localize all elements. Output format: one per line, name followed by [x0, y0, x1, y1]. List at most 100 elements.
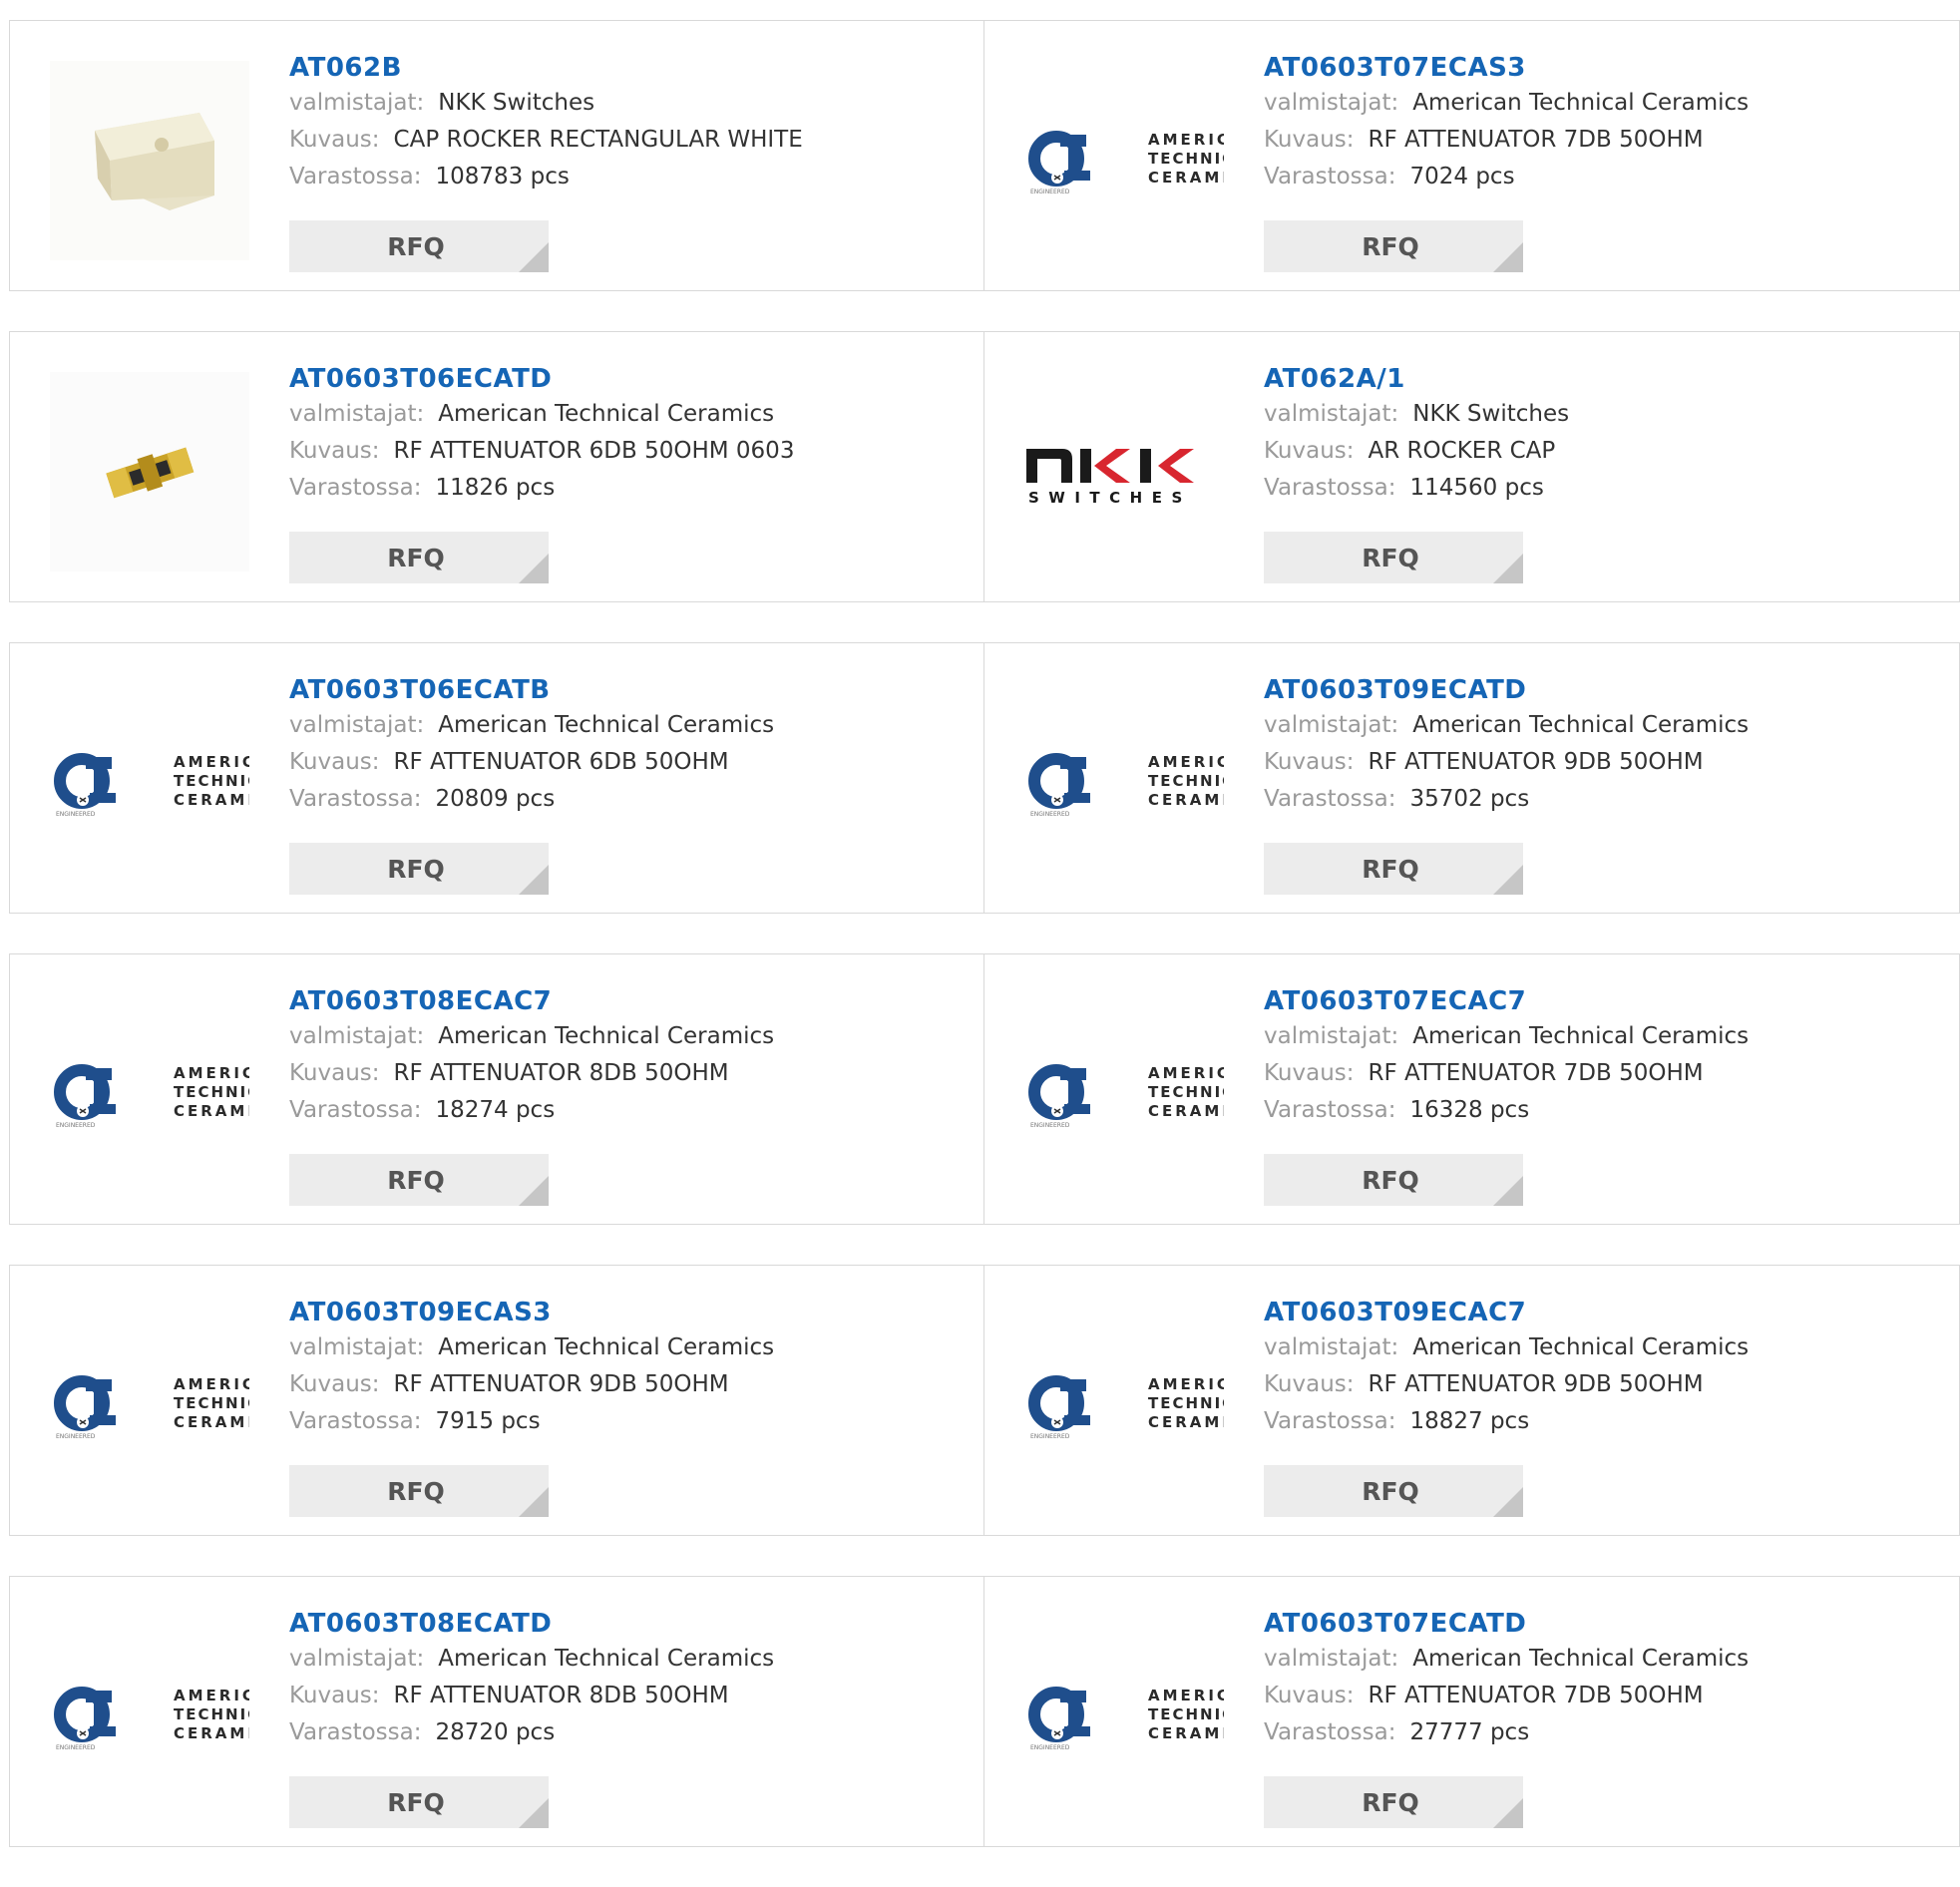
manufacturer-label: valmistajat:: [1264, 90, 1399, 116]
product-image[interactable]: ENGINEERED AMERICAN TECHNICAL CERAMICS: [1024, 61, 1224, 260]
description-label: Kuvaus:: [1264, 127, 1355, 153]
svg-text:ENGINEERED: ENGINEERED: [1030, 1122, 1070, 1129]
product-image[interactable]: ENGINEERED AMERICAN TECHNICAL CERAMICS: [50, 1617, 249, 1816]
part-number-link[interactable]: AT062A/1: [1264, 362, 1939, 396]
product-image[interactable]: ENGINEERED AMERICAN TECHNICAL CERAMICS: [1024, 994, 1224, 1194]
product-image[interactable]: ENGINEERED AMERICAN TECHNICAL CERAMICS: [1024, 1617, 1224, 1816]
corner-triangle-icon: [1493, 1487, 1523, 1517]
stock-line: Varastossa: 108783 pcs: [289, 159, 964, 195]
atc-logo-line3: CERAMICS: [1148, 1413, 1224, 1431]
part-number-link[interactable]: AT0603T07ECAC7: [1264, 984, 1939, 1018]
manufacturer-value: American Technical Ceramics: [438, 1023, 775, 1049]
manufacturer-value: American Technical Ceramics: [438, 1334, 775, 1360]
stock-line: Varastossa: 35702 pcs: [1264, 781, 1939, 818]
rfq-button[interactable]: RFQ: [289, 1154, 549, 1206]
rfq-button-label: RFQ: [387, 1476, 445, 1506]
description-line: Kuvaus: RF ATTENUATOR 9DB 50OHM: [1264, 744, 1939, 781]
product-image[interactable]: SWITCHES: [1024, 372, 1224, 571]
product-card: ENGINEERED AMERICAN TECHNICAL CERAMICS A…: [9, 953, 984, 1225]
atc-logo-line2: TECHNICAL: [174, 772, 249, 790]
manufacturer-value: American Technical Ceramics: [1412, 712, 1750, 738]
rfq-button[interactable]: RFQ: [289, 843, 549, 895]
svg-text:ENGINEERED: ENGINEERED: [1030, 811, 1070, 818]
stock-label: Varastossa:: [1264, 1097, 1396, 1123]
rfq-button-label: RFQ: [1362, 1787, 1419, 1817]
manufacturer-label: valmistajat:: [289, 712, 425, 738]
product-image[interactable]: ENGINEERED AMERICAN TECHNICAL CERAMICS: [50, 683, 249, 883]
atc-logo-line1: AMERICAN: [1148, 1687, 1224, 1704]
stock-line: Varastossa: 28720 pcs: [289, 1714, 964, 1751]
manufacturer-value: American Technical Ceramics: [1412, 1646, 1750, 1672]
corner-triangle-icon: [519, 1487, 549, 1517]
product-info: AT0603T09ECAS3 valmistajat: American Tech…: [289, 1296, 964, 1440]
stock-label: Varastossa:: [1264, 475, 1396, 501]
stock-label: Varastossa:: [289, 1719, 422, 1745]
stock-value: 108783 pcs: [435, 164, 570, 189]
manufacturer-label: valmistajat:: [1264, 1646, 1399, 1672]
product-image[interactable]: ENGINEERED AMERICAN TECHNICAL CERAMICS: [1024, 1306, 1224, 1505]
part-number-link[interactable]: AT0603T09ECAS3: [289, 1296, 964, 1329]
part-number-link[interactable]: AT0603T07ECAS3: [1264, 51, 1939, 85]
rfq-button-label: RFQ: [387, 1165, 445, 1195]
stock-label: Varastossa:: [289, 1097, 422, 1123]
rfq-button-label: RFQ: [1362, 1476, 1419, 1506]
corner-triangle-icon: [519, 554, 549, 583]
stock-line: Varastossa: 7024 pcs: [1264, 159, 1939, 195]
nkk-logo-graphic: SWITCHES: [1026, 449, 1194, 507]
rfq-button[interactable]: RFQ: [289, 1465, 549, 1517]
stock-value: 35702 pcs: [1409, 786, 1530, 812]
part-number-link[interactable]: AT062B: [289, 51, 964, 85]
manufacturer-line: valmistajat: American Technical Ceramics: [289, 1018, 964, 1055]
rfq-button[interactable]: RFQ: [1264, 1154, 1523, 1206]
svg-text:ENGINEERED: ENGINEERED: [1030, 1744, 1070, 1751]
product-card: ENGINEERED AMERICAN TECHNICAL CERAMICS A…: [984, 642, 1960, 914]
part-number-link[interactable]: AT0603T08ECAC7: [289, 984, 964, 1018]
part-number-link[interactable]: AT0603T08ECATD: [289, 1607, 964, 1641]
rfq-button[interactable]: RFQ: [1264, 1465, 1523, 1517]
rfq-button[interactable]: RFQ: [1264, 532, 1523, 583]
part-number-link[interactable]: AT0603T09ECAC7: [1264, 1296, 1939, 1329]
corner-triangle-icon: [1493, 242, 1523, 272]
manufacturer-value: American Technical Ceramics: [438, 401, 775, 427]
product-card: AT0603T06ECATD valmistajat: American Tech…: [9, 331, 984, 602]
manufacturer-value: NKK Switches: [438, 90, 595, 116]
product-image[interactable]: [50, 61, 249, 260]
product-info: AT0603T07ECAC7 valmistajat: American Tech…: [1264, 984, 1939, 1129]
product-image[interactable]: ENGINEERED AMERICAN TECHNICAL CERAMICS: [50, 994, 249, 1194]
manufacturer-value: NKK Switches: [1412, 401, 1570, 427]
atc-logo-line3: CERAMICS: [1148, 1724, 1224, 1742]
description-value: RF ATTENUATOR 6DB 50OHM: [393, 749, 729, 775]
rfq-button[interactable]: RFQ: [1264, 220, 1523, 272]
svg-text:ENGINEERED: ENGINEERED: [1030, 189, 1070, 195]
atc-logo-line2: TECHNICAL: [174, 1083, 249, 1101]
part-number-link[interactable]: AT0603T06ECATB: [289, 673, 964, 707]
part-number-link[interactable]: AT0603T06ECATD: [289, 362, 964, 396]
rfq-button[interactable]: RFQ: [1264, 1776, 1523, 1828]
description-label: Kuvaus:: [289, 1371, 380, 1397]
atc-logo-line1: AMERICAN: [174, 1375, 249, 1393]
product-image[interactable]: [50, 372, 249, 571]
stock-label: Varastossa:: [289, 1408, 422, 1434]
product-image[interactable]: ENGINEERED AMERICAN TECHNICAL CERAMICS: [1024, 683, 1224, 883]
product-card: ENGINEERED AMERICAN TECHNICAL CERAMICS A…: [9, 1265, 984, 1536]
atc-logo-graphic: ENGINEERED AMERICAN TECHNICAL CERAMICS: [54, 1064, 249, 1129]
rfq-button[interactable]: RFQ: [289, 1776, 549, 1828]
atc-logo-line2: TECHNICAL: [1148, 150, 1224, 168]
part-number-link[interactable]: AT0603T09ECATD: [1264, 673, 1939, 707]
stock-label: Varastossa:: [289, 475, 422, 501]
atc-logo-line3: CERAMICS: [174, 1413, 249, 1431]
rfq-button[interactable]: RFQ: [289, 532, 549, 583]
manufacturer-line: valmistajat: American Technical Ceramics: [289, 396, 964, 433]
manufacturer-line: valmistajat: American Technical Ceramics: [1264, 1329, 1939, 1366]
stock-value: 114560 pcs: [1409, 475, 1544, 501]
part-number-link[interactable]: AT0603T07ECATD: [1264, 1607, 1939, 1641]
product-row: AT0603T06ECATD valmistajat: American Tech…: [9, 331, 1960, 602]
manufacturer-label: valmistajat:: [289, 90, 425, 116]
stock-line: Varastossa: 114560 pcs: [1264, 470, 1939, 507]
rfq-button[interactable]: RFQ: [289, 220, 549, 272]
rfq-button[interactable]: RFQ: [1264, 843, 1523, 895]
description-value: RF ATTENUATOR 6DB 50OHM 0603: [393, 438, 795, 464]
manufacturer-line: valmistajat: American Technical Ceramics: [1264, 1641, 1939, 1678]
product-image[interactable]: ENGINEERED AMERICAN TECHNICAL CERAMICS: [50, 1306, 249, 1505]
product-card: SWITCHES AT062A/1 valmistajat: NKK Switch…: [984, 331, 1960, 602]
